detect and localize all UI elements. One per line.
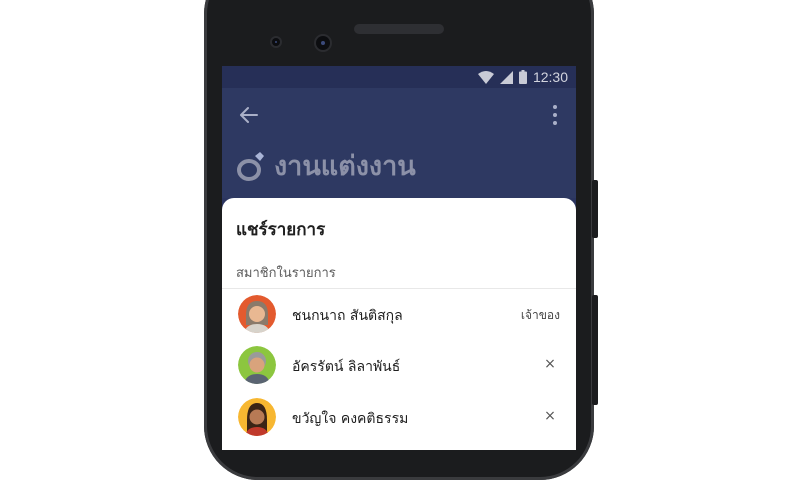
avatar	[238, 398, 276, 436]
remove-member-button[interactable]: ×	[538, 352, 562, 376]
status-time: 12:30	[532, 69, 568, 85]
battery-icon	[518, 70, 527, 84]
status-bar: 12:30	[222, 66, 576, 88]
front-camera-icon	[316, 36, 330, 50]
volume-button	[592, 180, 598, 238]
ring-icon	[237, 151, 264, 181]
list-title: งานแต่งงาน	[236, 144, 416, 187]
member-row[interactable]: ขวัญใจ คงคติธรรม ×	[222, 392, 576, 442]
app-bar: งานแต่งงาน	[222, 88, 576, 198]
member-name: อัครรัตน์ ลิลาพันธ์	[292, 359, 401, 375]
signal-icon	[499, 70, 513, 84]
member-name: ขวัญใจ คงคติธรรม	[292, 411, 409, 427]
share-sheet: แชร์รายการ สมาชิกในรายการ ชนกนาถ สันติสก…	[222, 198, 576, 450]
members-section-label: สมาชิกในรายการ	[236, 266, 336, 281]
arrow-left-icon[interactable]	[236, 102, 262, 128]
sheet-title: แชร์รายการ	[236, 220, 326, 240]
member-row[interactable]: ชนกนาถ สันติสกุล เจ้าของ	[222, 289, 576, 339]
more-vertical-icon[interactable]	[550, 104, 560, 126]
member-row[interactable]: อัครรัตน์ ลิลาพันธ์ ×	[222, 340, 576, 390]
member-name: ชนกนาถ สันติสกุล	[292, 308, 403, 324]
owner-badge: เจ้าของ	[520, 308, 560, 322]
wifi-icon	[477, 70, 494, 84]
power-button	[592, 295, 598, 405]
list-title-text: งานแต่งงาน	[274, 151, 416, 182]
avatar	[238, 346, 276, 384]
earpiece-speaker	[354, 24, 444, 34]
remove-member-button[interactable]: ×	[538, 404, 562, 428]
phone-screen: 12:30 งานแต่งงาน แชร์รายการ สมาชิกในรายก…	[222, 66, 576, 450]
sensor-icon	[272, 38, 280, 46]
avatar	[238, 295, 276, 333]
